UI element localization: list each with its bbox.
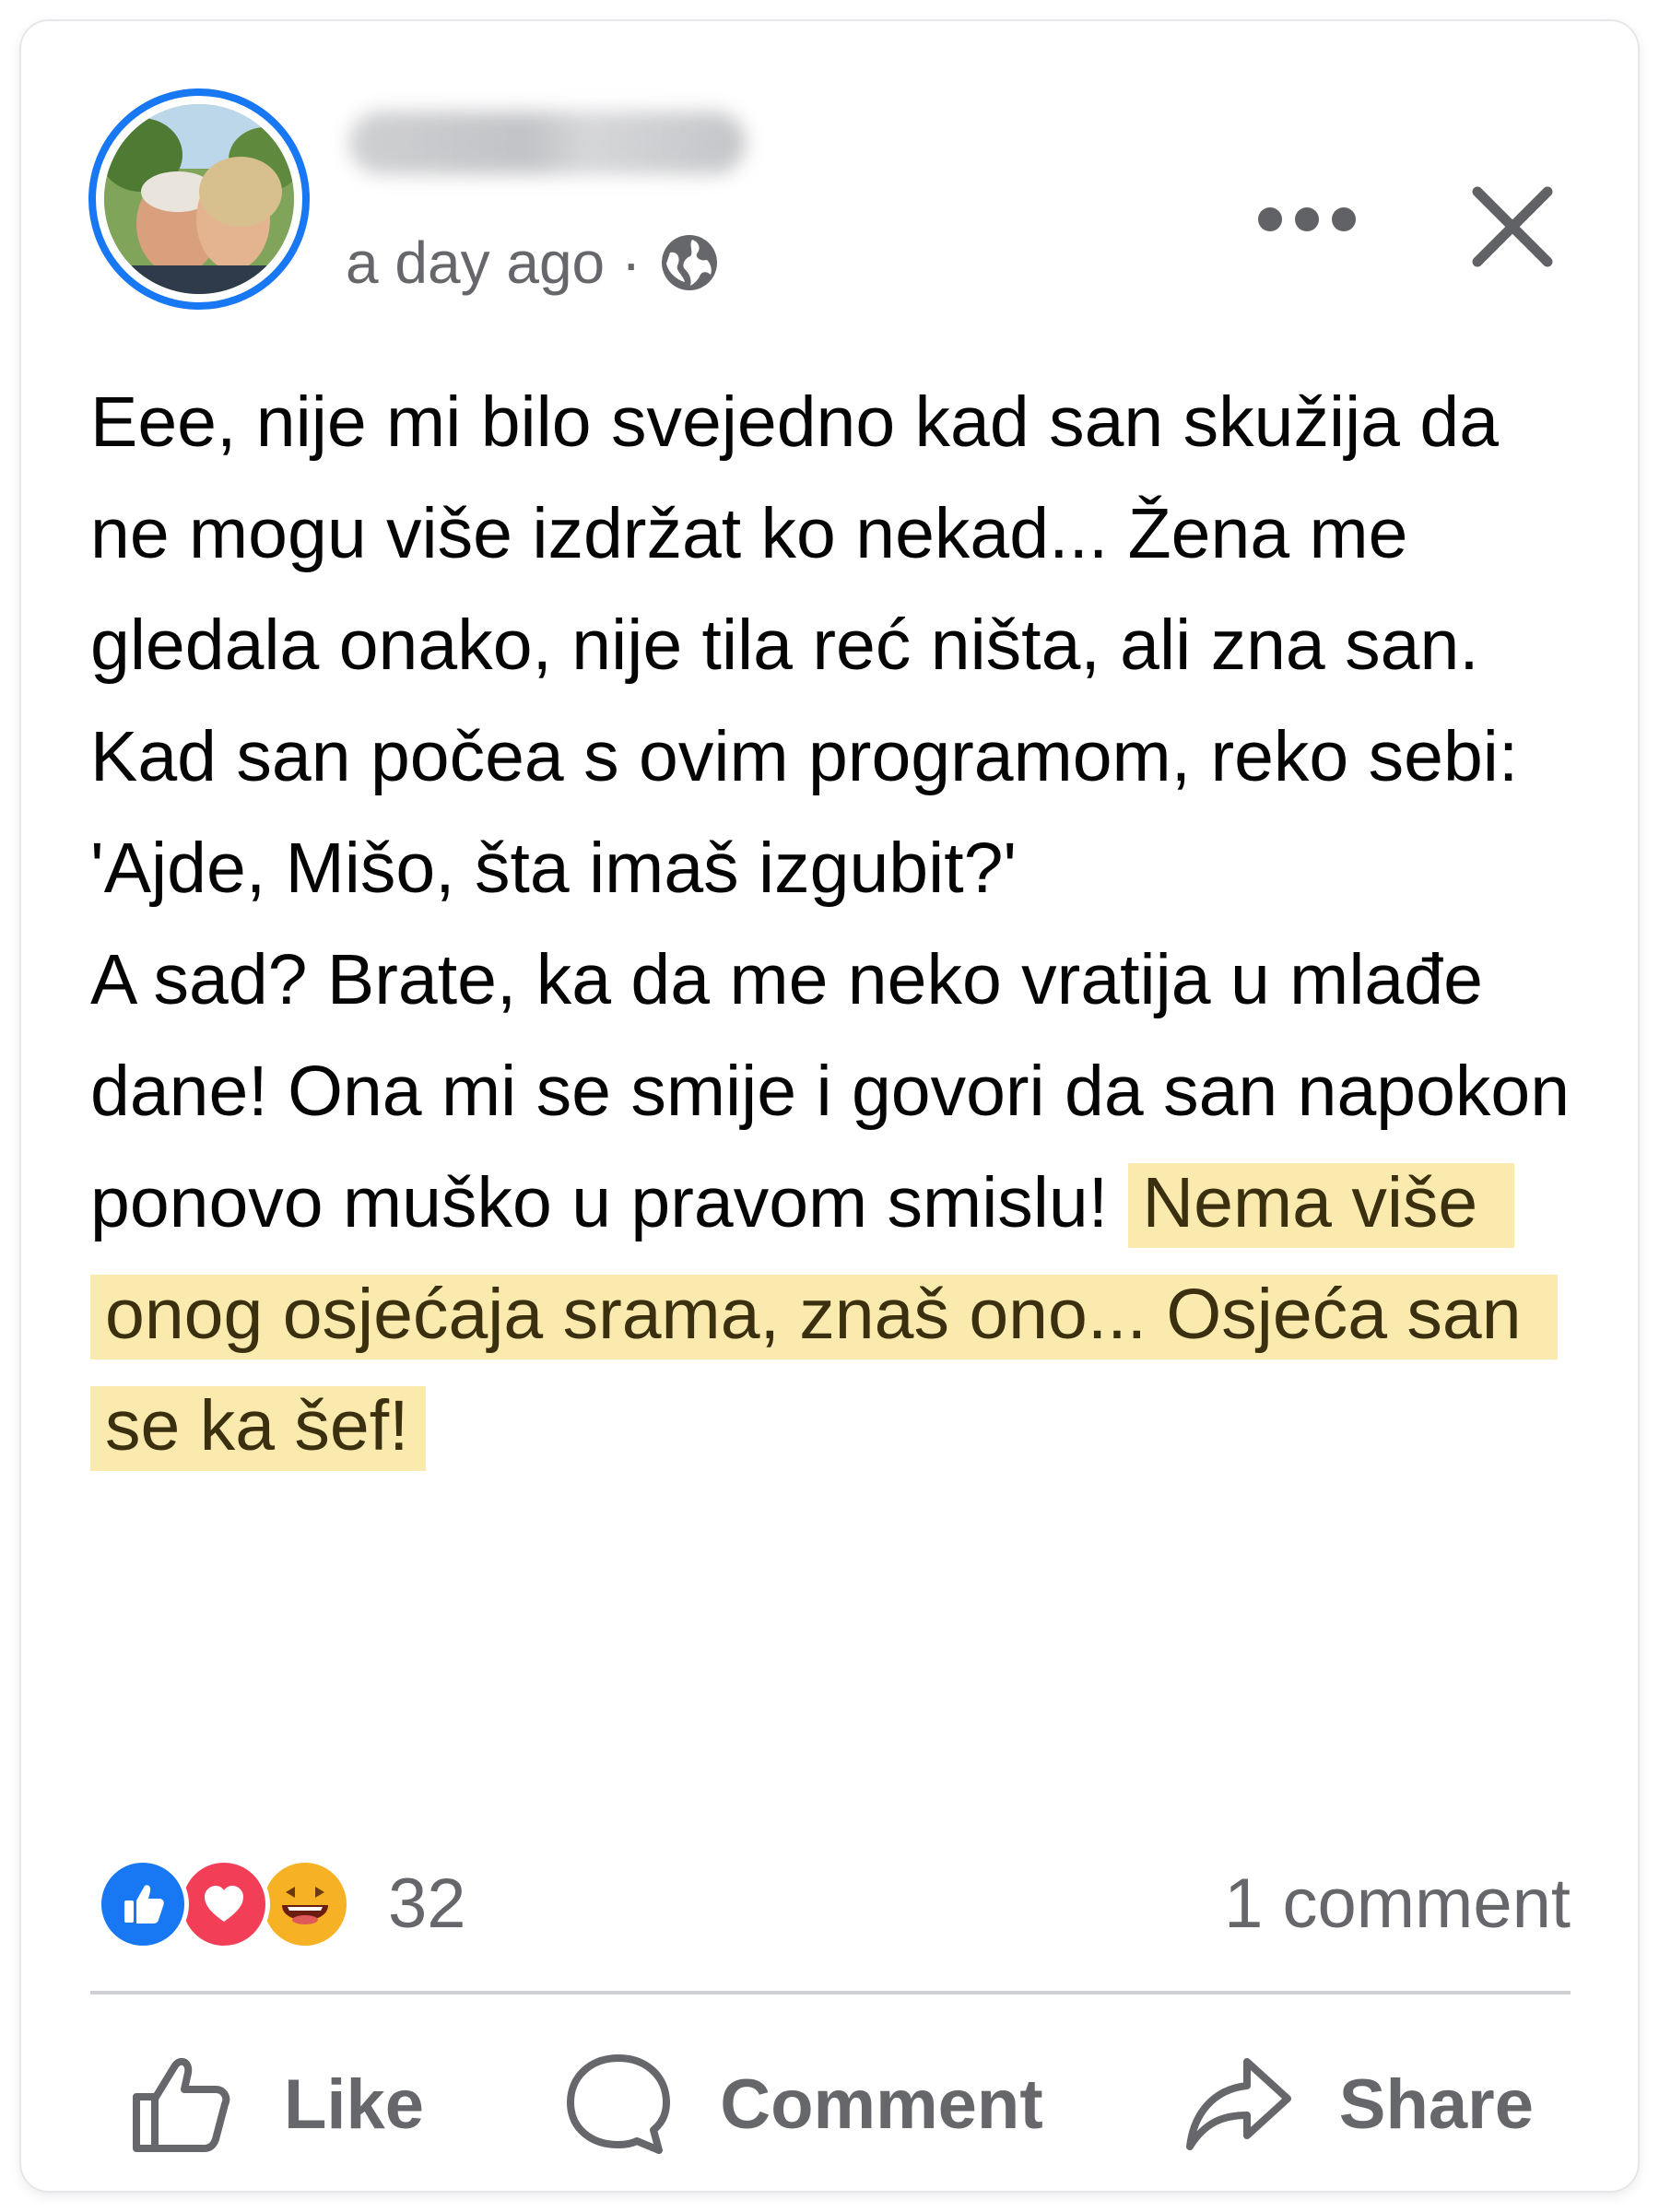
- post-text: Eee, nije mi bilo svejedno kad san skuži…: [90, 367, 1583, 1482]
- author-avatar[interactable]: [88, 88, 310, 310]
- haha-reaction-icon: [259, 1858, 351, 1950]
- comment-label: Comment: [720, 2065, 1043, 2144]
- reaction-summary[interactable]: 32: [97, 1858, 466, 1950]
- comment-count-link[interactable]: 1 comment: [1224, 1858, 1571, 1950]
- like-label: Like: [284, 2065, 425, 2144]
- close-icon: [1472, 186, 1552, 266]
- avatar-photo: [104, 104, 294, 294]
- divider: [90, 1991, 1571, 1994]
- thumbs-up-icon: [133, 2057, 230, 2152]
- reaction-count: 32: [388, 1865, 466, 1943]
- action-bar: Like Comment Share: [90, 2044, 1571, 2164]
- comment-bubble-icon: [567, 2054, 671, 2154]
- globe-icon[interactable]: [657, 230, 722, 295]
- more-options-button[interactable]: [1238, 182, 1376, 256]
- share-arrow-icon: [1185, 2058, 1291, 2150]
- post-text-plain: Eee, nije mi bilo svejedno kad san skuži…: [90, 382, 1571, 1242]
- share-button[interactable]: Share: [1146, 2049, 1571, 2159]
- share-label: Share: [1338, 2065, 1534, 2144]
- post-card: ████ ████ a day ago · Eee, nije mi bilo …: [21, 21, 1638, 2191]
- author-name[interactable]: ████ ████: [349, 112, 746, 174]
- comment-button[interactable]: Comment: [526, 2049, 1079, 2159]
- like-reaction-icon: [97, 1858, 189, 1950]
- avatar-image: [104, 104, 294, 294]
- post-timestamp[interactable]: a day ago: [346, 226, 605, 300]
- meta-separator: ·: [621, 229, 641, 296]
- close-button[interactable]: [1454, 169, 1570, 284]
- post-meta: a day ago ·: [346, 226, 722, 300]
- more-options-icon: [1258, 207, 1356, 231]
- like-button[interactable]: Like: [90, 2049, 461, 2159]
- love-reaction-icon: [178, 1858, 270, 1950]
